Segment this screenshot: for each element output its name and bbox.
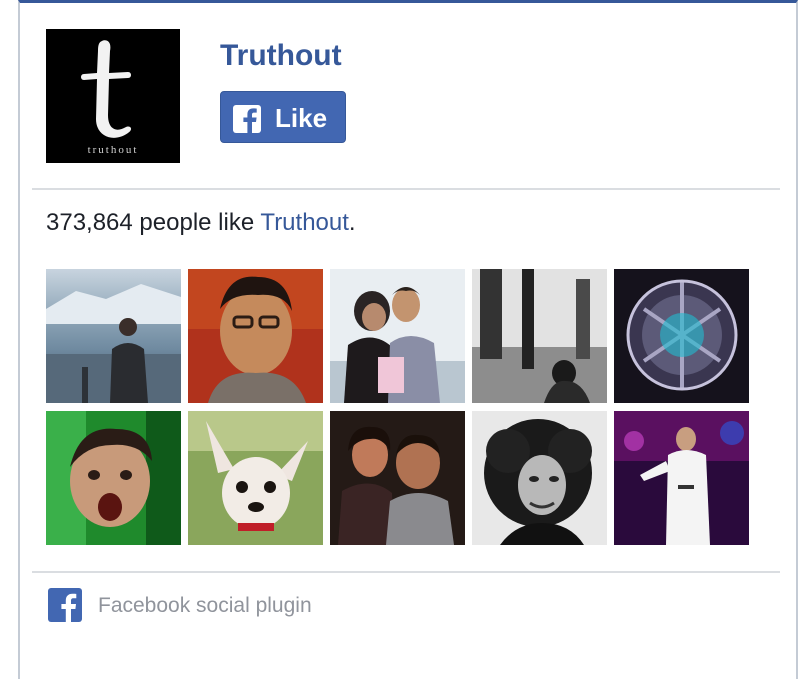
facebook-f-icon: [233, 105, 261, 138]
like-count: 373,864: [46, 209, 133, 236]
facebook-page-plugin: truthout Truthout Like 373,864 people li…: [18, 0, 798, 679]
like-button-label: Like: [275, 103, 328, 133]
like-count-text: people like: [132, 209, 261, 236]
page-title[interactable]: Truthout: [220, 39, 342, 73]
friend-avatar-5[interactable]: [614, 269, 749, 403]
friend-avatar-9[interactable]: [472, 411, 607, 545]
like-button[interactable]: Like: [220, 91, 346, 143]
friend-avatar-10[interactable]: [614, 411, 749, 545]
page-link[interactable]: Truthout: [260, 209, 349, 236]
friend-avatar-6[interactable]: [46, 411, 181, 545]
footer-label[interactable]: Facebook social plugin: [98, 594, 312, 618]
friend-avatar-7[interactable]: [188, 411, 323, 545]
friend-avatar-8[interactable]: [330, 411, 465, 545]
friend-avatar-2[interactable]: [188, 269, 323, 403]
friend-avatar-3[interactable]: [330, 269, 465, 403]
period: .: [348, 209, 356, 236]
page-logo[interactable]: truthout: [46, 29, 180, 163]
footer-divider: [32, 571, 780, 573]
facebook-square-icon[interactable]: [48, 588, 82, 627]
friend-avatar-1[interactable]: [46, 269, 181, 403]
friend-avatar-4[interactable]: [472, 269, 607, 403]
social-context: 373,864 people like Truthout.: [46, 209, 356, 237]
logo-wordmark: truthout: [88, 144, 139, 156]
divider: [32, 188, 780, 190]
